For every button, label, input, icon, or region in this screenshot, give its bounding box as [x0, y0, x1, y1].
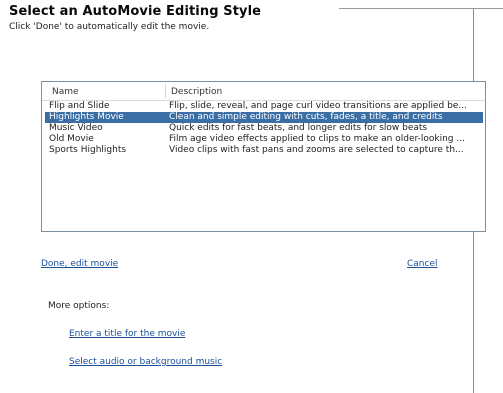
list-item-old-movie[interactable]: Old Movie Film age video effects applied… — [45, 134, 483, 145]
more-options-label: More options: — [48, 301, 110, 311]
list-item-name: Highlights Movie — [49, 112, 124, 122]
list-item-music-video[interactable]: Music Video Quick edits for fast beats, … — [45, 123, 483, 134]
list-item-highlights-movie[interactable]: Highlights Movie Clean and simple editin… — [45, 112, 483, 123]
column-separator[interactable] — [165, 84, 166, 98]
list-item-description: Quick edits for fast beats, and longer e… — [169, 123, 428, 133]
list-item-name: Music Video — [49, 123, 103, 133]
column-header-description[interactable]: Description — [171, 87, 222, 97]
cancel-link[interactable]: Cancel — [407, 259, 438, 269]
list-item-description: Clean and simple editing with cuts, fade… — [169, 112, 443, 122]
list-item-flip-and-slide[interactable]: Flip and Slide Flip, slide, reveal, and … — [45, 101, 483, 112]
done-edit-movie-link[interactable]: Done, edit movie — [41, 259, 118, 269]
editing-style-list[interactable]: Name Description Flip and Slide Flip, sl… — [41, 81, 486, 232]
automovie-dialog: Select an AutoMovie Editing Style Click … — [0, 0, 503, 393]
list-item-name: Sports Highlights — [49, 145, 127, 155]
dialog-subtitle: Click 'Done' to automatically edit the m… — [9, 22, 210, 32]
enter-title-link[interactable]: Enter a title for the movie — [69, 329, 185, 339]
dialog-title: Select an AutoMovie Editing Style — [9, 4, 262, 19]
list-item-description: Flip, slide, reveal, and page curl video… — [169, 101, 467, 111]
column-header-name[interactable]: Name — [52, 87, 79, 97]
list-item-description: Video clips with fast pans and zooms are… — [169, 145, 464, 155]
list-item-sports-highlights[interactable]: Sports Highlights Video clips with fast … — [45, 145, 483, 156]
window-edge-top — [339, 0, 503, 9]
list-item-name: Flip and Slide — [49, 101, 110, 111]
list-header: Name Description — [42, 82, 485, 101]
select-audio-link[interactable]: Select audio or background music — [69, 357, 222, 367]
list-item-name: Old Movie — [49, 134, 94, 144]
list-item-description: Film age video effects applied to clips … — [169, 134, 465, 144]
